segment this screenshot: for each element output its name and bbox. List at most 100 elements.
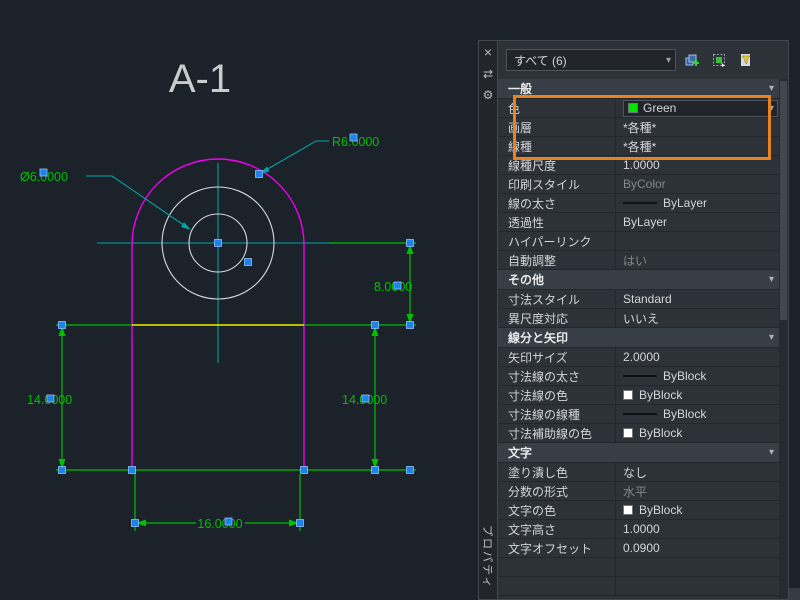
grip[interactable] — [58, 321, 66, 329]
chevron-down-icon: ▾ — [768, 274, 774, 285]
property-value-text: ByBlock — [639, 503, 683, 517]
property-value-text: ByBlock — [639, 388, 683, 402]
property-label: 線種 — [498, 137, 616, 155]
grip[interactable] — [296, 519, 304, 527]
auto-hide-icon[interactable]: ⇄ — [483, 68, 493, 80]
property-value[interactable]: ByBlock — [616, 367, 788, 385]
property-value[interactable]: いいえ — [616, 309, 788, 327]
property-label: 寸法線の色 — [498, 386, 616, 404]
property-row-partial — [498, 577, 788, 596]
grip[interactable] — [255, 170, 263, 178]
properties-palette: × ⇄ ⚙ プロパティ すべて (6) ▾ 一般 ▾ 色 Green ▾ 画層 … — [478, 40, 789, 600]
property-value[interactable]: Standard — [616, 290, 788, 308]
property-value[interactable]: 水平 — [616, 482, 788, 500]
leader-line[interactable] — [86, 175, 189, 229]
property-value-text: ByBlock — [663, 407, 707, 421]
select-objects-icon — [713, 54, 725, 68]
dimension-width-16[interactable]: 16.0000 — [135, 517, 300, 531]
close-icon[interactable]: × — [484, 45, 492, 59]
grip[interactable] — [214, 239, 222, 247]
property-value[interactable]: *各種* — [616, 118, 788, 136]
property-row-partial — [498, 558, 788, 577]
scrollbar-thumb[interactable] — [780, 81, 787, 321]
grip[interactable] — [406, 321, 414, 329]
quick-select-button[interactable] — [735, 50, 757, 70]
section-title: 線分と矢印 — [508, 331, 569, 345]
property-value[interactable]: 1.0000 — [616, 520, 788, 538]
section-header-2[interactable]: 線分と矢印 ▾ — [498, 328, 788, 348]
arrowhead-icon — [181, 222, 191, 230]
property-value[interactable]: 2.0000 — [616, 348, 788, 366]
property-value[interactable]: はい — [616, 251, 788, 269]
dim-text[interactable]: 8.0000 — [374, 280, 412, 294]
property-value[interactable]: Green ▾ — [616, 99, 788, 117]
grip[interactable] — [406, 466, 414, 474]
leader-line[interactable] — [258, 140, 329, 175]
property-value[interactable]: ByLayer — [616, 213, 788, 231]
grip[interactable] — [46, 394, 55, 403]
property-row: 寸法補助線の色 ByBlock — [498, 424, 788, 443]
grip[interactable] — [349, 133, 358, 142]
panel-scrollbar[interactable] — [779, 79, 788, 599]
section-header-3[interactable]: 文字 ▾ — [498, 443, 788, 463]
property-row: 分数の形式 水平 — [498, 482, 788, 501]
section-header-0[interactable]: 一般 ▾ — [498, 79, 788, 99]
property-row: 塗り潰し色 なし — [498, 463, 788, 482]
grip[interactable] — [128, 466, 136, 474]
property-value[interactable]: *各種* — [616, 137, 788, 155]
object-type-select[interactable]: すべて (6) ▾ — [506, 49, 676, 71]
property-value[interactable] — [616, 558, 788, 576]
property-value[interactable]: ByBlock — [616, 386, 788, 404]
property-label: 文字高さ — [498, 520, 616, 538]
property-label: 矢印サイズ — [498, 348, 616, 366]
grip[interactable] — [371, 321, 379, 329]
property-row: 異尺度対応 いいえ — [498, 309, 788, 328]
property-row: 文字オフセット 0.0900 — [498, 539, 788, 558]
leader-radius-r6[interactable]: R6.0000 — [258, 135, 379, 175]
select-objects-button[interactable] — [708, 50, 730, 70]
property-label — [498, 558, 616, 576]
section-header-1[interactable]: その他 ▾ — [498, 270, 788, 290]
property-value[interactable]: 1.0000 — [616, 156, 788, 174]
property-value-text: ByBlock — [639, 426, 683, 440]
color-dropdown[interactable]: Green ▾ — [623, 99, 778, 117]
property-row: 色 Green ▾ — [498, 99, 788, 118]
property-value[interactable]: なし — [616, 463, 788, 481]
property-value[interactable]: ByBlock — [616, 405, 788, 423]
section-title: その他 — [508, 273, 545, 287]
grip[interactable] — [300, 466, 308, 474]
pickadd-toggle-button[interactable] — [681, 50, 703, 70]
section-title: 一般 — [508, 82, 533, 96]
drawing-title-text[interactable]: A-1 — [169, 57, 231, 101]
gear-icon[interactable]: ⚙ — [483, 89, 494, 101]
grip[interactable] — [361, 394, 370, 403]
property-value[interactable]: ByColor — [616, 175, 788, 193]
property-row: 矢印サイズ 2.0000 — [498, 348, 788, 367]
dim-text[interactable]: 16.0000 — [197, 517, 242, 531]
property-row: ハイパーリンク — [498, 232, 788, 251]
color-swatch — [628, 103, 638, 113]
property-label: ハイパーリンク — [498, 232, 616, 250]
property-row: 線種尺度 1.0000 — [498, 156, 788, 175]
grip-points[interactable] — [39, 133, 414, 527]
grip[interactable] — [58, 466, 66, 474]
application-window: A-1 8.0000 14.0000 — [0, 0, 800, 600]
property-label: 寸法スタイル — [498, 290, 616, 308]
palette-main: すべて (6) ▾ 一般 ▾ 色 Green ▾ 画層 *各種* 線種 *各種*… — [497, 40, 789, 600]
grip[interactable] — [131, 519, 139, 527]
grip[interactable] — [371, 466, 379, 474]
property-value[interactable]: 0.0900 — [616, 539, 788, 557]
grip[interactable] — [393, 281, 402, 290]
grip[interactable] — [244, 258, 252, 266]
property-label: 寸法線の線種 — [498, 405, 616, 423]
property-value[interactable]: ByLayer — [616, 194, 788, 212]
property-value[interactable]: ByBlock — [616, 424, 788, 442]
property-label: 線の太さ — [498, 194, 616, 212]
grip[interactable] — [224, 517, 233, 526]
leader-diameter-d6[interactable]: Ø6.0000 — [20, 170, 191, 230]
grip[interactable] — [406, 239, 414, 247]
property-value[interactable] — [616, 577, 788, 595]
grip[interactable] — [39, 168, 48, 177]
property-value[interactable]: ByBlock — [616, 501, 788, 519]
property-value[interactable] — [616, 232, 788, 250]
